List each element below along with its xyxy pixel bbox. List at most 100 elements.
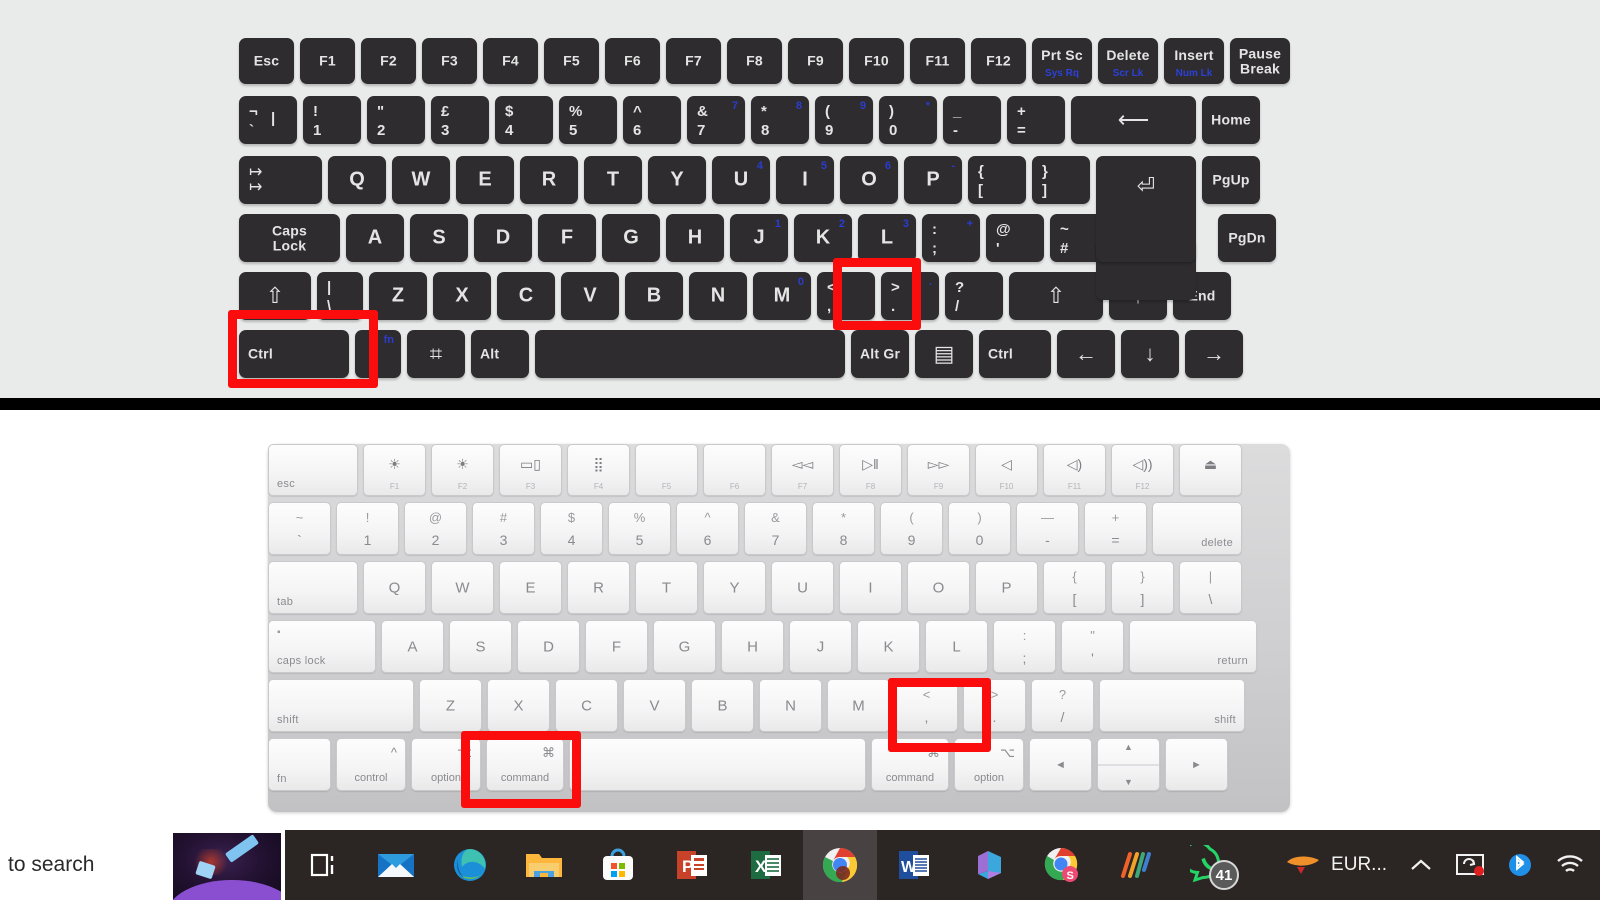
pc-key-/[interactable]: ? / — [945, 272, 1003, 320]
pc-key-p[interactable]: P- — [904, 156, 962, 204]
mac-key-n[interactable]: N — [759, 679, 822, 732]
pc-key-w[interactable]: W — [392, 156, 450, 204]
powerpoint-icon[interactable]: P — [655, 830, 729, 900]
mac-key-▭▯[interactable]: ▭▯ F3 — [499, 444, 562, 496]
mac-key-[[interactable]: {[ — [1043, 561, 1106, 614]
pc-key-f4[interactable]: F4 — [483, 38, 538, 84]
pc-key-5[interactable]: % 5 — [559, 96, 617, 144]
mac-key-k[interactable]: K — [857, 620, 920, 673]
mac-key-i[interactable]: I — [839, 561, 902, 614]
mac-key-key[interactable] — [569, 738, 866, 791]
mac-key-option[interactable]: ⌥ option — [411, 738, 481, 791]
mac-key-0[interactable]: ) 0 — [948, 502, 1011, 555]
pc-key-tab[interactable]: ↦ ↦ — [239, 156, 322, 204]
mac-key-s[interactable]: S — [449, 620, 512, 673]
pc-key-g[interactable]: G — [602, 214, 660, 262]
pc-key-prt-sc[interactable]: Prt Sc Sys Rq — [1032, 38, 1092, 84]
pc-key-h[interactable]: H — [666, 214, 724, 262]
mac-key-3[interactable]: #3 — [472, 502, 535, 555]
mac-key-2[interactable]: @2 — [404, 502, 467, 555]
mac-key-v[interactable]: V — [623, 679, 686, 732]
pc-key-menu[interactable]: ▤ — [915, 330, 973, 378]
mac-key-,[interactable]: <, — [895, 679, 958, 732]
pc-key-'[interactable]: @ ' — [986, 214, 1044, 262]
mac-key-◄[interactable]: ◄ — [1029, 738, 1092, 791]
pc-key-o[interactable]: O6 — [840, 156, 898, 204]
mac-key-;[interactable]: :; — [993, 620, 1056, 673]
word-icon[interactable]: W — [877, 830, 951, 900]
mac-key-h[interactable]: H — [721, 620, 784, 673]
mac-key-7[interactable]: & 7 — [744, 502, 807, 555]
mac-key-command[interactable]: ⌘ command — [871, 738, 949, 791]
pc-key-k[interactable]: K2 — [794, 214, 852, 262]
mac-key-f[interactable]: F — [585, 620, 648, 673]
mac-key-o[interactable]: O — [907, 561, 970, 614]
wifi-icon[interactable] — [1544, 830, 1596, 900]
excel-icon[interactable]: X — [729, 830, 803, 900]
mac-key-8[interactable]: * 8 — [812, 502, 875, 555]
pc-key-key[interactable]: fn — [355, 330, 401, 378]
pc-key-shift[interactable]: ⇧ — [239, 272, 311, 320]
mac-key-return[interactable]: return — [1129, 620, 1257, 673]
pc-key-e[interactable]: E — [456, 156, 514, 204]
pc-key-f11[interactable]: F11 — [910, 38, 965, 84]
mac-key-5[interactable]: % 5 — [608, 502, 671, 555]
pc-key-z[interactable]: Z — [369, 272, 427, 320]
pc-key-j[interactable]: J1 — [730, 214, 788, 262]
mac-key-9[interactable]: (9 — [880, 502, 943, 555]
mac-key-r[interactable]: R — [567, 561, 630, 614]
pc-key-shift-right[interactable]: ⇧ — [1009, 272, 1103, 320]
microsoft-store-icon[interactable] — [581, 830, 655, 900]
pc-key-arrow-down[interactable]: ↓ — [1121, 330, 1179, 378]
mac-key-shift[interactable]: shift — [268, 679, 414, 732]
mac-key-][interactable]: }] — [1111, 561, 1174, 614]
mac-key-fn[interactable]: fn — [268, 738, 331, 791]
pc-key-l[interactable]: L3 — [858, 214, 916, 262]
mac-key-d[interactable]: D — [517, 620, 580, 673]
pc-key-v[interactable]: V — [561, 272, 619, 320]
mac-key-⣿[interactable]: ⣿ F4 — [567, 444, 630, 496]
pc-key-.[interactable]: >.. — [881, 272, 939, 320]
pc-key-8[interactable]: * 8 8 — [751, 96, 809, 144]
mail-icon[interactable] — [359, 830, 433, 900]
mac-key-4[interactable]: $4 — [540, 502, 603, 555]
pc-key-3[interactable]: £3 — [431, 96, 489, 144]
pc-key-][interactable]: }] — [1032, 156, 1090, 204]
pc-key-6[interactable]: ^ 6 — [623, 96, 681, 144]
mac-key-p[interactable]: P — [975, 561, 1038, 614]
pc-key-arrow-right[interactable]: → — [1185, 330, 1243, 378]
mac-key-►[interactable]: ► — [1165, 738, 1228, 791]
mac-key-.[interactable]: >. — [963, 679, 1026, 732]
file-explorer-icon[interactable] — [507, 830, 581, 900]
pc-key-f10[interactable]: F10 — [849, 38, 904, 84]
mac-key-c[interactable]: C — [555, 679, 618, 732]
pc-key-f1[interactable]: F1 — [300, 38, 355, 84]
pc-key-windows[interactable]: ⌗ — [407, 330, 465, 378]
pc-key-f5[interactable]: F5 — [544, 38, 599, 84]
pc-key-caps-lock[interactable]: Caps Lock — [239, 214, 340, 262]
mac-key-☀[interactable]: ☀ F1 — [363, 444, 426, 496]
mac-key-\[interactable]: | \ — [1179, 561, 1242, 614]
mac-key-w[interactable]: W — [431, 561, 494, 614]
mac-key-`[interactable]: ~ ` — [268, 502, 331, 555]
mac-key-⏏[interactable]: ⏏ — [1179, 444, 1242, 496]
mac-key--[interactable]: — - — [1016, 502, 1079, 555]
pc-key-r[interactable]: R — [520, 156, 578, 204]
mac-key-option[interactable]: ⌥ option — [954, 738, 1024, 791]
pc-key-delete[interactable]: Delete Scr Lk — [1098, 38, 1158, 84]
pc-key-y[interactable]: Y — [648, 156, 706, 204]
pc-key-f8[interactable]: F8 — [727, 38, 782, 84]
pc-key-key[interactable] — [535, 330, 845, 378]
mac-key-◁))[interactable]: ◁)) F12 — [1111, 444, 1174, 496]
mac-key-◁[interactable]: ◁ F10 — [975, 444, 1038, 496]
mac-key-q[interactable]: Q — [363, 561, 426, 614]
pc-key-ctrl[interactable]: Ctrl — [239, 330, 349, 378]
mac-key-shift[interactable]: shift — [1099, 679, 1245, 732]
mac-key-tab[interactable]: tab — [268, 561, 358, 614]
pc-key-esc[interactable]: Esc — [239, 38, 294, 84]
pc-key-;[interactable]: :; + — [922, 214, 980, 262]
pc-key-u[interactable]: U4 — [712, 156, 770, 204]
mac-key-☀[interactable]: ☀ F2 — [431, 444, 494, 496]
pc-key-`[interactable]: ¬ ` | — [239, 96, 297, 144]
currency-tray-icon[interactable]: EUR... — [1272, 830, 1398, 900]
